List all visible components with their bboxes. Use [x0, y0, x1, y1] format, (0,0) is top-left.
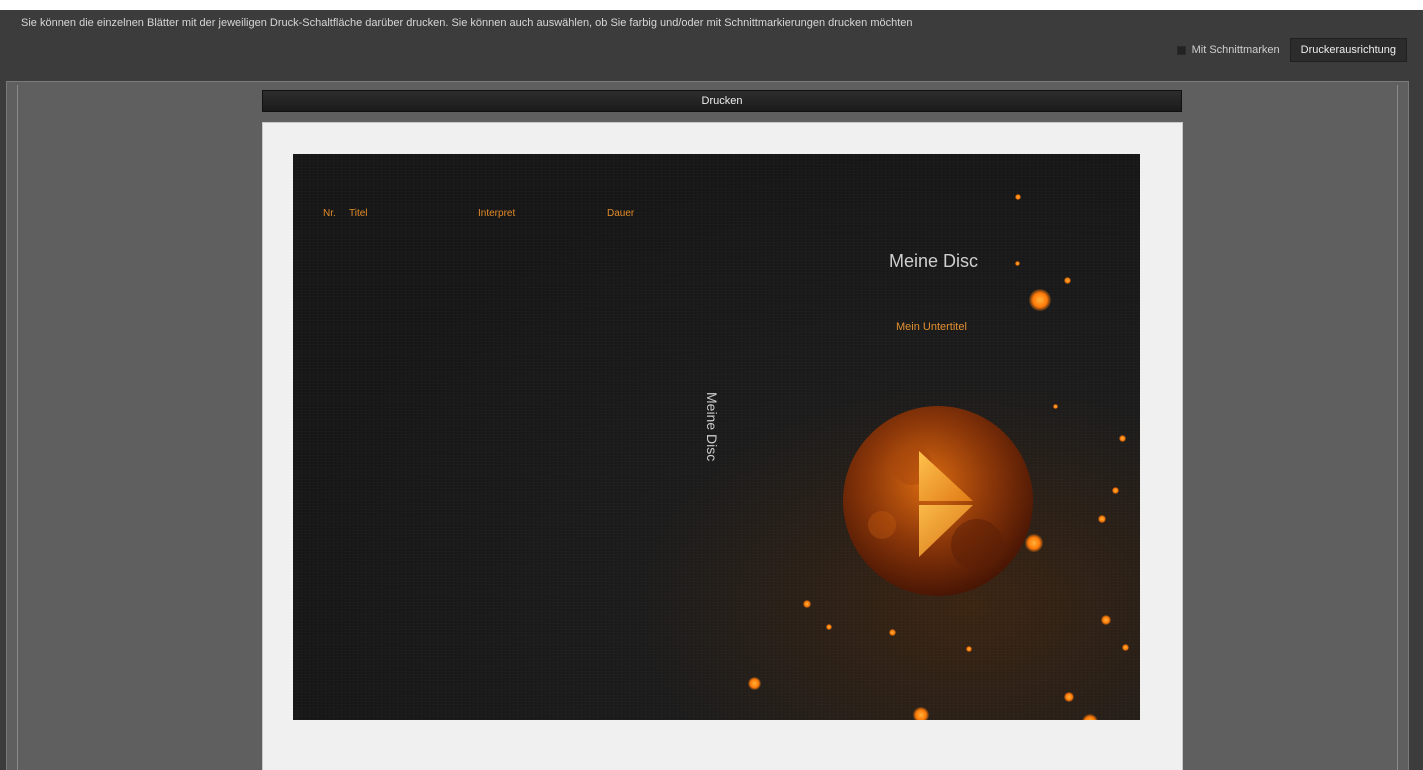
printer-orientation-button[interactable]: Druckerausrichtung — [1289, 38, 1407, 62]
particle — [748, 677, 761, 690]
particle — [1112, 487, 1119, 494]
spine-title: Meine Disc — [704, 392, 720, 462]
print-options: Mit Schnittmarken Druckerausrichtung — [1176, 37, 1407, 63]
particle — [1064, 277, 1071, 284]
cut-marks-label: Mit Schnittmarken — [1191, 44, 1280, 56]
track-header-nr: Nr. — [323, 208, 336, 219]
particle — [889, 629, 896, 636]
disc-title: Meine Disc — [889, 251, 979, 271]
instruction-text: Sie können die einzelnen Blätter mit der… — [21, 17, 913, 29]
particle — [1015, 261, 1020, 266]
disc-subtitle: Mein Untertitel — [896, 321, 967, 333]
particle — [1082, 714, 1098, 720]
particle — [1119, 435, 1126, 442]
cut-marks-checkbox[interactable]: Mit Schnittmarken — [1176, 44, 1280, 56]
particle — [1029, 289, 1051, 311]
play-logo-icon — [843, 406, 1033, 596]
particle — [1098, 515, 1106, 523]
particle — [826, 624, 832, 630]
particle — [1122, 644, 1129, 651]
track-header-title: Titel — [349, 208, 368, 219]
particle — [1053, 404, 1058, 409]
preview-frame: Drucken Nr. Titel Interpret Dauer Meine … — [17, 85, 1398, 770]
paper-sheet: Nr. Titel Interpret Dauer Meine Disc Mei… — [262, 122, 1183, 770]
checkbox-box[interactable] — [1176, 45, 1186, 55]
track-header-duration: Dauer — [607, 208, 635, 219]
particle — [1064, 692, 1074, 702]
particle — [1101, 615, 1111, 625]
particle — [1015, 194, 1021, 200]
track-header-artist: Interpret — [478, 208, 516, 219]
particle — [913, 707, 929, 720]
print-preview-area: Drucken Nr. Titel Interpret Dauer Meine … — [6, 81, 1409, 770]
top-strip — [0, 0, 1423, 10]
print-button[interactable]: Drucken — [262, 90, 1182, 112]
print-dialog: Sie können die einzelnen Blätter mit der… — [0, 0, 1423, 770]
particle — [803, 600, 811, 608]
disc-cover: Nr. Titel Interpret Dauer Meine Disc Mei… — [293, 154, 1140, 720]
particle — [966, 646, 972, 652]
